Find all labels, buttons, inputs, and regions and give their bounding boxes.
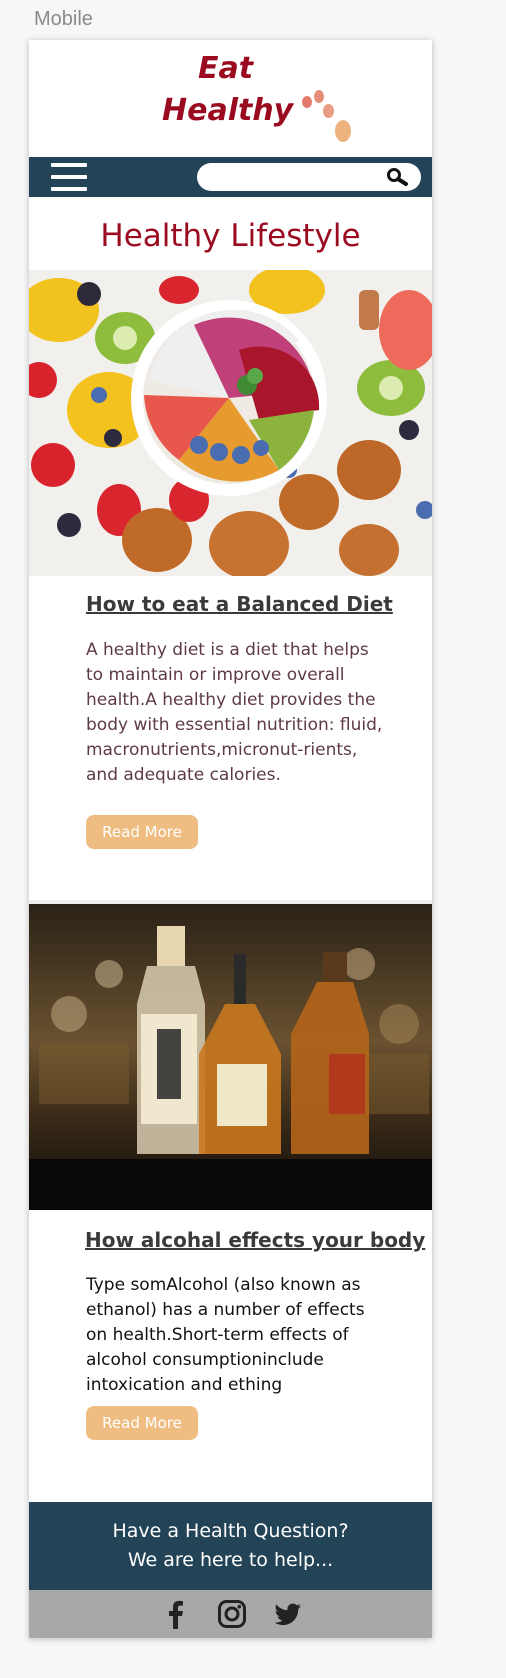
twitter-icon[interactable] <box>273 1599 303 1629</box>
search-icon[interactable] <box>385 167 409 187</box>
article-heading[interactable]: How alcohal effects your body <box>85 1228 425 1252</box>
logo-text-eat: Eat <box>198 51 254 86</box>
hamburger-menu-icon[interactable] <box>51 163 87 191</box>
navbar <box>29 157 432 197</box>
page-title: Healthy Lifestyle <box>100 218 361 254</box>
logo-dot <box>323 104 334 118</box>
instagram-icon[interactable] <box>217 1599 247 1629</box>
article-body: Type somAlcohol (also known as ethanol) … <box>86 1275 365 1395</box>
logo-dot <box>314 90 324 103</box>
social-bar <box>29 1590 432 1638</box>
facebook-icon[interactable] <box>161 1599 191 1629</box>
read-more-button[interactable]: Read More <box>86 815 198 849</box>
logo-dot <box>335 120 351 142</box>
logo-dot <box>302 96 312 108</box>
article-heading[interactable]: How to eat a Balanced Diet <box>86 592 393 616</box>
mobile-frame: Eat Healthy Healthy Lifestyle How to eat… <box>29 40 432 1638</box>
help-banner-line2: We are here to help... <box>127 1549 334 1571</box>
help-banner[interactable]: Have a Health Question? We are here to h… <box>29 1502 432 1590</box>
search-bar[interactable] <box>197 163 421 191</box>
canvas-label: Mobile <box>34 8 93 30</box>
read-more-button[interactable]: Read More <box>86 1406 198 1440</box>
healthy-food-image <box>29 270 432 576</box>
article-body: A healthy diet is a diet that helps to m… <box>86 640 383 785</box>
logo[interactable]: Eat Healthy <box>162 51 352 142</box>
search-input[interactable] <box>209 167 383 189</box>
header: Eat Healthy <box>29 40 432 157</box>
logo-text-healthy: Healthy <box>162 93 294 128</box>
whisky-bottles-image <box>29 904 432 1210</box>
help-banner-line1: Have a Health Question? <box>112 1520 349 1542</box>
